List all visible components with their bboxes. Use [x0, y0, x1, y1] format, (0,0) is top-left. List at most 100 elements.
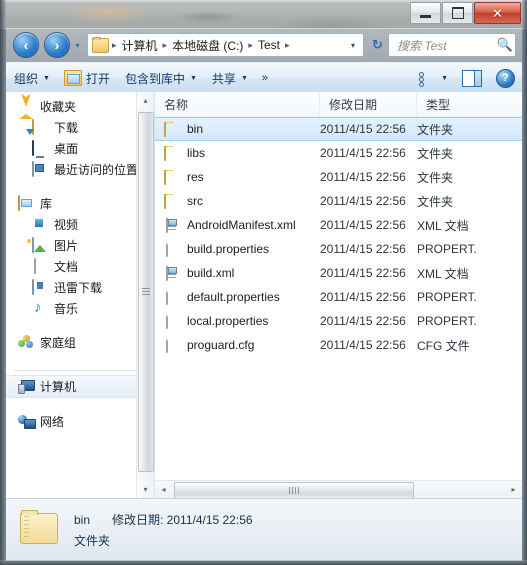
organize-button[interactable]: 组织 ▼ [6, 67, 57, 89]
scroll-up-button[interactable]: ▴ [137, 92, 154, 109]
file-name-cell: AndroidManifest.xml [155, 217, 320, 233]
breadcrumb-separator[interactable]: ▸ [110, 40, 119, 51]
share-button[interactable]: 共享 ▼ [204, 67, 255, 89]
column-header-date[interactable]: 修改日期 [320, 92, 417, 117]
table-row[interactable]: proguard.cfg 2011/4/15 22:56 CFG 文件 [155, 333, 522, 357]
file-name: local.properties [187, 314, 269, 328]
horizontal-scrollbar[interactable]: ◂ ▸ [155, 480, 522, 498]
table-row[interactable]: res 2011/4/15 22:56 文件夹 [155, 165, 522, 189]
file-date-cell: 2011/4/15 22:56 [320, 146, 406, 160]
scroll-down-button[interactable]: ▾ [137, 481, 154, 498]
breadcrumb-separator[interactable]: ▸ [283, 40, 292, 51]
sidebar-item-label: 桌面 [54, 142, 79, 156]
downloads-icon [32, 118, 48, 136]
sidebar-item-pictures[interactable]: 图片 [6, 235, 154, 256]
change-view-button[interactable]: ▼ [412, 67, 455, 89]
sidebar-item-label: 最近访问的位置 [54, 163, 139, 177]
table-row[interactable]: src 2011/4/15 22:56 文件夹 [155, 189, 522, 213]
open-folder-icon [63, 70, 82, 86]
table-row[interactable]: AndroidManifest.xml 2011/4/15 22:56 XML … [155, 213, 522, 237]
address-dropdown-icon[interactable]: ▾ [347, 41, 363, 50]
back-button[interactable]: ‹ [13, 32, 39, 58]
table-row[interactable]: default.properties 2011/4/15 22:56 PROPE… [155, 285, 522, 309]
folder-icon [164, 121, 180, 137]
breadcrumb-separator[interactable]: ▸ [161, 40, 170, 51]
toolbar-overflow-button[interactable]: » [255, 72, 275, 84]
sidebar-item-label: 计算机 [40, 380, 77, 394]
sidebar-item-thunder-download[interactable]: 迅雷下载 [6, 277, 154, 298]
file-date-cell: 2011/4/15 22:56 [320, 266, 406, 280]
xml-file-icon [164, 217, 180, 233]
column-header-name[interactable]: 名称 [155, 92, 320, 117]
breadcrumb-bar[interactable]: ▸ 计算机 ▸ 本地磁盘 (C:) ▸ Test ▸ ▾ [87, 33, 364, 57]
library-icon [18, 194, 34, 212]
file-icon [164, 241, 180, 257]
preview-pane-button[interactable] [455, 67, 489, 89]
file-name: bin [187, 122, 204, 136]
sidebar-item-network[interactable]: 网络 [6, 411, 154, 432]
table-row[interactable]: libs 2011/4/15 22:56 文件夹 [155, 141, 522, 165]
sidebar-item-label: 文档 [54, 260, 79, 274]
maximize-icon [451, 7, 464, 19]
file-type-cell: 文件夹 [417, 122, 454, 137]
navigation-list: 收藏夹 下载 桌面 最近访问的位置 库 视频 图片 文档 迅雷下载 ♪ 音乐 家… [6, 92, 154, 498]
table-row[interactable]: build.xml 2011/4/15 22:56 XML 文档 [155, 261, 522, 285]
file-name: build.properties [187, 242, 270, 256]
file-date-cell: 2011/4/15 22:56 [320, 218, 406, 232]
search-input[interactable]: 搜索 Test [389, 37, 495, 54]
include-in-library-label: 包含到库中 [124, 71, 185, 86]
table-row[interactable]: bin 2011/4/15 22:56 文件夹 [155, 117, 522, 141]
minimize-button[interactable] [410, 2, 441, 24]
scroll-left-button[interactable]: ◂ [155, 481, 172, 498]
table-row[interactable]: build.properties 2011/4/15 22:56 PROPERT… [155, 237, 522, 261]
history-dropdown-icon[interactable]: ▾ [72, 41, 83, 50]
sidebar-item-videos[interactable]: 视频 [6, 214, 154, 235]
sidebar-item-libraries[interactable]: 库 [6, 193, 154, 214]
file-icon [164, 313, 180, 329]
search-box[interactable]: 搜索 Test 🔍 [388, 33, 516, 57]
breadcrumb-item-computer[interactable]: 计算机 [119, 37, 161, 54]
column-header-type[interactable]: 类型 [417, 92, 509, 117]
window-left-frame [0, 0, 6, 565]
horizontal-scrollbar-thumb[interactable] [174, 482, 414, 498]
file-date-cell: 2011/4/15 22:56 [320, 338, 406, 352]
scrollbar-grip-icon [142, 288, 150, 296]
maximize-button[interactable] [442, 2, 473, 24]
sidebar-divider [14, 370, 148, 371]
breadcrumb-item-test[interactable]: Test [255, 38, 283, 52]
recent-places-icon [32, 160, 48, 178]
sidebar-item-documents[interactable]: 文档 [6, 256, 154, 277]
sidebar-item-favorites[interactable]: 收藏夹 [6, 96, 154, 119]
horizontal-scroll-track[interactable] [172, 482, 505, 498]
open-button[interactable]: 打开 [57, 67, 117, 89]
close-button[interactable]: ✕ [474, 2, 521, 24]
search-icon[interactable]: 🔍 [495, 37, 515, 53]
sidebar-item-computer[interactable]: 计算机 [6, 375, 154, 398]
scrollbar-thumb[interactable] [138, 112, 154, 472]
navigation-scrollbar[interactable]: ▴ ▾ [136, 92, 154, 498]
documents-icon [32, 257, 48, 275]
window-controls: ✕ [409, 2, 521, 24]
help-button[interactable]: ? [489, 67, 522, 89]
refresh-button[interactable]: ↻ [367, 35, 388, 56]
sidebar-item-recent-places[interactable]: 最近访问的位置 [6, 159, 154, 180]
file-name-cell: res [155, 169, 320, 185]
help-icon: ? [496, 68, 515, 88]
sidebar-item-label: 家庭组 [40, 336, 77, 350]
sidebar-item-music[interactable]: 音乐 [6, 298, 154, 319]
scroll-right-button[interactable]: ▸ [505, 481, 522, 498]
table-row[interactable]: local.properties 2011/4/15 22:56 PROPERT… [155, 309, 522, 333]
include-in-library-button[interactable]: 包含到库中 ▼ [117, 67, 204, 89]
breadcrumb-separator[interactable]: ▸ [246, 40, 255, 51]
sidebar-item-desktop[interactable]: 桌面 [6, 138, 154, 159]
sidebar-item-label: 音乐 [54, 302, 79, 316]
folder-icon [164, 193, 180, 209]
file-name: res [187, 170, 204, 184]
sidebar-item-downloads[interactable]: 下载 [6, 117, 154, 138]
forward-button[interactable]: › [44, 32, 70, 58]
file-date-cell: 2011/4/15 22:56 [320, 242, 406, 256]
breadcrumb-item-local-disk[interactable]: 本地磁盘 (C:) [169, 37, 246, 54]
sidebar-item-label: 库 [40, 197, 53, 211]
sidebar-item-homegroup[interactable]: 家庭组 [6, 332, 154, 353]
sidebar-item-label: 视频 [54, 218, 79, 232]
